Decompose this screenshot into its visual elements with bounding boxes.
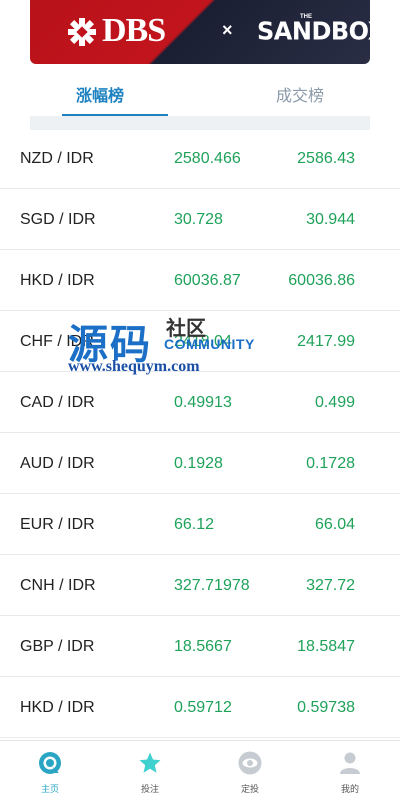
user-icon — [340, 752, 360, 774]
rate-value: 30.728 — [174, 211, 223, 228]
list-item[interactable]: AUD / IDR 0.1928 0.1728 — [0, 433, 400, 494]
banner-partner: SANDBOX — [257, 16, 370, 46]
rate-value-secondary: 60036.86 — [288, 272, 355, 289]
nav-home-label: 主页 — [40, 784, 59, 794]
rate-value: 0.1928 — [174, 455, 223, 472]
rate-value: 0.59712 — [174, 699, 232, 716]
list-item[interactable]: CNH / IDR 327.71978 327.72 — [0, 555, 400, 616]
eye-icon — [238, 751, 262, 775]
rate-value-secondary: 0.59738 — [297, 699, 355, 716]
rate-value-secondary: 327.72 — [306, 577, 355, 594]
pair-name: CHF / IDR — [20, 333, 94, 350]
list-item[interactable]: NZD / IDR 2580.466 2586.43 — [0, 128, 400, 189]
list-item[interactable]: SGD / IDR 30.728 30.944 — [0, 189, 400, 250]
pair-name: SGD / IDR — [20, 211, 96, 228]
rate-value: 327.71978 — [174, 577, 250, 594]
promo-banner[interactable]: DBS × THE SANDBOX — [30, 0, 370, 64]
nav-bet-label: 投注 — [140, 784, 159, 794]
tab-volume[interactable]: 成交榜 — [200, 68, 400, 114]
pair-name: GBP / IDR — [20, 638, 95, 655]
banner-brand: DBS — [102, 12, 166, 49]
rate-value: 2580.466 — [174, 150, 241, 167]
home-icon — [39, 752, 61, 774]
nav-home[interactable]: 主页 — [0, 741, 100, 801]
rate-value: 60036.87 — [174, 272, 241, 289]
tab-volume-label: 成交榜 — [275, 88, 324, 105]
list-item[interactable]: EUR / IDR 66.12 66.04 — [0, 494, 400, 555]
pair-name: AUD / IDR — [20, 455, 95, 472]
rate-value-secondary: 2417.99 — [297, 333, 355, 350]
rate-value: 2418.04 — [174, 333, 232, 350]
pair-name: HKD / IDR — [20, 699, 95, 716]
tab-gainers[interactable]: 涨幅榜 — [0, 68, 200, 116]
banner-separator: × — [222, 20, 233, 40]
rate-value: 0.49913 — [174, 394, 232, 411]
star-icon — [139, 752, 161, 773]
list-item[interactable]: HKD / IDR 60036.87 60036.86 — [0, 250, 400, 311]
bottom-nav: 主页 投注 定投 我的 — [0, 740, 400, 801]
nav-fixed-label: 定投 — [240, 784, 259, 794]
rate-list: NZD / IDR 2580.466 2586.43 SGD / IDR 30.… — [0, 128, 400, 738]
nav-profile[interactable]: 我的 — [300, 741, 400, 801]
rate-value-secondary: 30.944 — [306, 211, 355, 228]
ranking-tabs: 涨幅榜 成交榜 — [0, 68, 400, 116]
list-item[interactable]: HKD / IDR 0.59712 0.59738 — [0, 677, 400, 738]
pair-name: EUR / IDR — [20, 516, 95, 533]
rate-value: 18.5667 — [174, 638, 232, 655]
rate-value: 66.12 — [174, 516, 215, 533]
pair-name: CAD / IDR — [20, 394, 95, 411]
pair-name: NZD / IDR — [20, 150, 94, 167]
rate-value-secondary: 66.04 — [314, 516, 355, 533]
pair-name: HKD / IDR — [20, 272, 95, 289]
nav-fixed[interactable]: 定投 — [200, 741, 300, 801]
rate-value-secondary: 18.5847 — [297, 638, 355, 655]
list-item[interactable]: CAD / IDR 0.49913 0.499 — [0, 372, 400, 433]
dbs-logo-icon — [68, 18, 96, 46]
list-item[interactable]: GBP / IDR 18.5667 18.5847 — [0, 616, 400, 677]
pair-name: CNH / IDR — [20, 577, 96, 594]
tab-gainers-label: 涨幅榜 — [75, 88, 124, 105]
list-item[interactable]: CHF / IDR 2418.04 2417.99 — [0, 311, 400, 372]
nav-bet[interactable]: 投注 — [100, 741, 200, 801]
rate-value-secondary: 0.499 — [314, 394, 355, 411]
rate-value-secondary: 0.1728 — [306, 455, 355, 472]
nav-profile-label: 我的 — [340, 784, 359, 794]
rate-value-secondary: 2586.43 — [297, 150, 355, 167]
